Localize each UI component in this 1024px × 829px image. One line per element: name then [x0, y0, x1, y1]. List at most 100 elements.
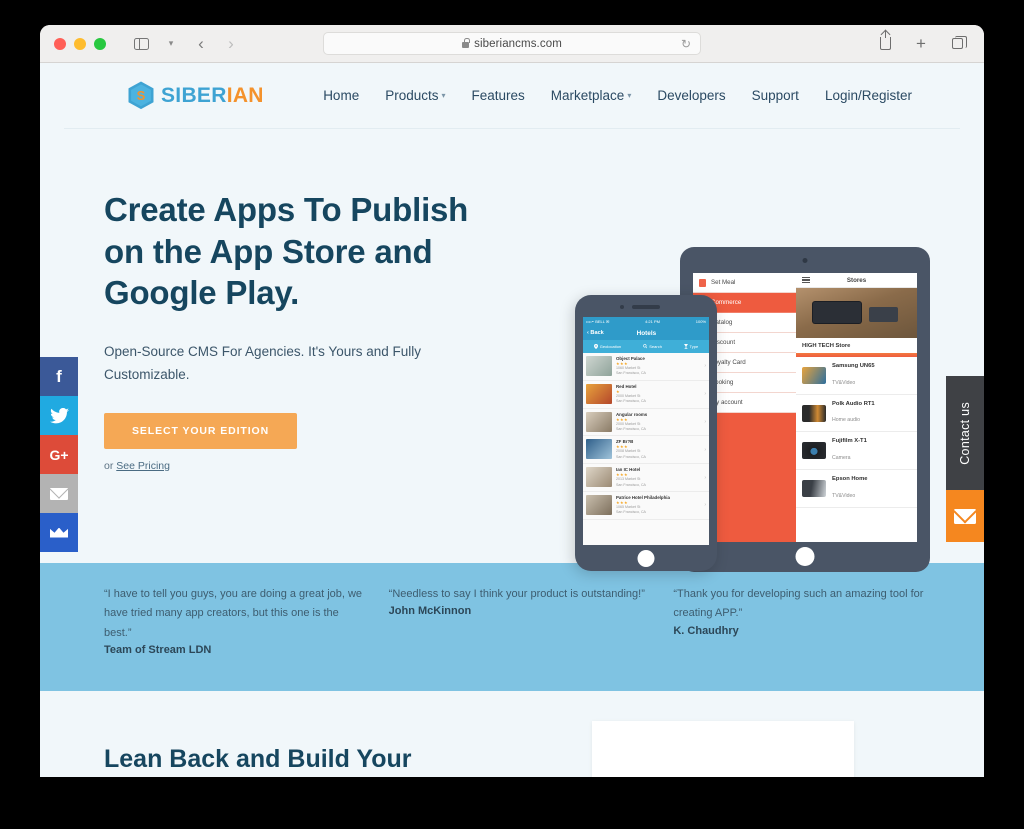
plus-icon: + [916, 34, 926, 53]
nav-item-home[interactable]: Home [323, 88, 359, 103]
sidebar-toggle-button[interactable] [128, 32, 154, 56]
chevron-left-icon: ‹ [198, 34, 204, 53]
tablet-product-row[interactable]: Fujifilm X-T1 Camera [796, 432, 917, 471]
list-item[interactable]: ZF Br?B ★★★ 2008 Market St San Francisco… [583, 436, 709, 465]
select-edition-button[interactable]: SELECT YOUR EDITION [104, 412, 298, 449]
hotel-address-line2: San Francisco, CA [616, 454, 646, 459]
social-email-button[interactable] [40, 474, 78, 513]
phone-screen: ••••∘ BELL ✉ 4:21 PM 100% ‹ Back Hotels … [583, 317, 709, 545]
logo-text-primary: SIBER [161, 83, 227, 107]
chevron-down-icon: ▾ [627, 91, 632, 100]
tablet-hero-image [796, 288, 917, 338]
tablet-product-row[interactable]: Epson Home TV&Video [796, 470, 917, 508]
contact-mail-button[interactable] [946, 490, 984, 542]
product-category: Camera [832, 455, 851, 462]
chevron-right-icon: › [704, 391, 706, 398]
product-thumbnail [802, 404, 827, 422]
tab-label: Geolocation [599, 344, 622, 349]
social-crown-button[interactable] [40, 513, 78, 552]
hotel-thumbnail [586, 467, 612, 488]
phone-status-bar: ••••∘ BELL ✉ 4:21 PM 100% [583, 317, 709, 326]
nav-label: Developers [657, 88, 726, 103]
phone-tab-search[interactable]: Search [642, 344, 662, 349]
hotel-address-line2: San Francisco, CA [616, 482, 646, 487]
list-item[interactable]: Red Hotel ★ 2000 Market St San Francisco… [583, 381, 709, 409]
hero-subtitle: Open-Source CMS For Agencies. It's Yours… [104, 343, 421, 383]
chevron-right-icon: › [228, 34, 234, 53]
tablet-product-row[interactable]: Samsung UN65 TV&Video [796, 357, 917, 395]
site-logo[interactable]: S SIBERIAN [128, 81, 264, 110]
minimize-window-button[interactable] [74, 37, 86, 50]
forward-button[interactable]: › [218, 32, 244, 56]
nav-label: Features [471, 88, 525, 103]
list-item[interactable]: Ian IC Hotel ★★★ 2013 Market St San Fran… [583, 464, 709, 492]
nav-item-products[interactable]: Products ▾ [385, 88, 445, 103]
tab-overview-button[interactable] [944, 32, 970, 56]
phone-filter-tabs: Geolocation Search Type [583, 340, 709, 353]
tablet-topbar: Stores [796, 273, 917, 288]
nav-item-developers[interactable]: Developers [657, 88, 725, 103]
new-tab-button[interactable]: + [908, 32, 934, 56]
phone-back-button[interactable]: ‹ Back [587, 330, 604, 336]
bottom-section: Lean Back and Build Your [40, 691, 984, 777]
sidebar-dropdown-button[interactable]: ▾ [158, 32, 184, 56]
product-thumbnail [802, 366, 827, 384]
hero-title: Create Apps To Publish on the App Store … [104, 191, 469, 312]
svg-text:S: S [137, 88, 146, 103]
nav-item-features[interactable]: Features [472, 88, 525, 103]
social-facebook-button[interactable]: f [40, 357, 78, 396]
reload-icon[interactable]: ↻ [681, 37, 691, 51]
hamburger-menu-icon[interactable] [802, 275, 811, 284]
site-header: S SIBERIAN Home Products ▾ Features Mark… [64, 63, 960, 129]
chevron-down-icon: ▾ [441, 91, 446, 100]
lock-icon [462, 37, 470, 48]
phone-camera-icon [620, 305, 624, 309]
phone-hotel-list[interactable]: Object Palace ★★★ 1060 Market St San Fra… [583, 353, 709, 545]
back-button[interactable]: ‹ [188, 32, 214, 56]
pin-icon [593, 344, 598, 349]
tablet-store-name: HIGH TECH Store [802, 343, 851, 349]
list-item[interactable]: Object Palace ★★★ 1060 Market St San Fra… [583, 353, 709, 381]
list-item[interactable]: Patrice Hotel Philadelphia ★★★ 1065 Mark… [583, 492, 709, 520]
nav-item-login-register[interactable]: Login/Register [825, 88, 912, 103]
pricing-line: or See Pricing [104, 460, 504, 472]
main-navigation: Home Products ▾ Features Marketplace ▾ D… [323, 88, 912, 103]
logo-text-secondary: IAN [226, 83, 264, 107]
hotel-address-line2: San Francisco, CA [616, 510, 646, 515]
list-item[interactable]: Angular rooms ★★★ 2000 Market St San Fra… [583, 409, 709, 437]
url-text: siberiancms.com [474, 37, 562, 50]
phone-tab-type[interactable]: Type [683, 344, 698, 349]
social-googleplus-button[interactable]: G+ [40, 435, 78, 474]
google-plus-icon: G+ [49, 446, 69, 463]
share-button[interactable] [872, 30, 898, 56]
hexagon-logo-icon: S [128, 81, 154, 110]
window-traffic-lights[interactable] [54, 37, 106, 50]
contact-tab: Contact us [946, 376, 984, 542]
product-name: Samsung UN65 [832, 363, 875, 369]
nav-item-marketplace[interactable]: Marketplace ▾ [551, 88, 632, 103]
status-time: 4:21 PM [645, 319, 660, 324]
product-name: Fujifilm X-T1 [832, 438, 867, 445]
tablet-camera-icon [802, 258, 808, 263]
media-card[interactable] [592, 721, 854, 777]
nav-item-support[interactable]: Support [752, 88, 799, 103]
close-window-button[interactable] [54, 37, 66, 50]
see-pricing-link[interactable]: See Pricing [116, 460, 170, 472]
address-bar[interactable]: siberiancms.com ↻ [323, 32, 701, 55]
search-icon [642, 344, 648, 349]
phone-mockup: ••••∘ BELL ✉ 4:21 PM 100% ‹ Back Hotels … [575, 295, 717, 571]
phone-speaker-icon [632, 305, 660, 309]
testimonial-author: John McKinnon [388, 605, 472, 618]
maximize-window-button[interactable] [94, 37, 106, 50]
nav-label: Home [323, 88, 360, 103]
tablet-product-row[interactable]: Polk Audio RT1 Home audio [796, 395, 917, 433]
chevron-right-icon: › [704, 474, 706, 481]
phone-tab-geolocation[interactable]: Geolocation [593, 344, 622, 349]
cutlery-icon [699, 278, 706, 287]
testimonial-quote: “I have to tell you guys, you are doing … [104, 588, 363, 639]
tablet-menu-item[interactable]: Set Meal [693, 273, 797, 293]
social-twitter-button[interactable] [40, 396, 78, 435]
contact-us-button[interactable]: Contact us [946, 376, 984, 490]
hotel-address-line2: San Francisco, CA [616, 371, 646, 376]
share-icon [879, 30, 891, 50]
